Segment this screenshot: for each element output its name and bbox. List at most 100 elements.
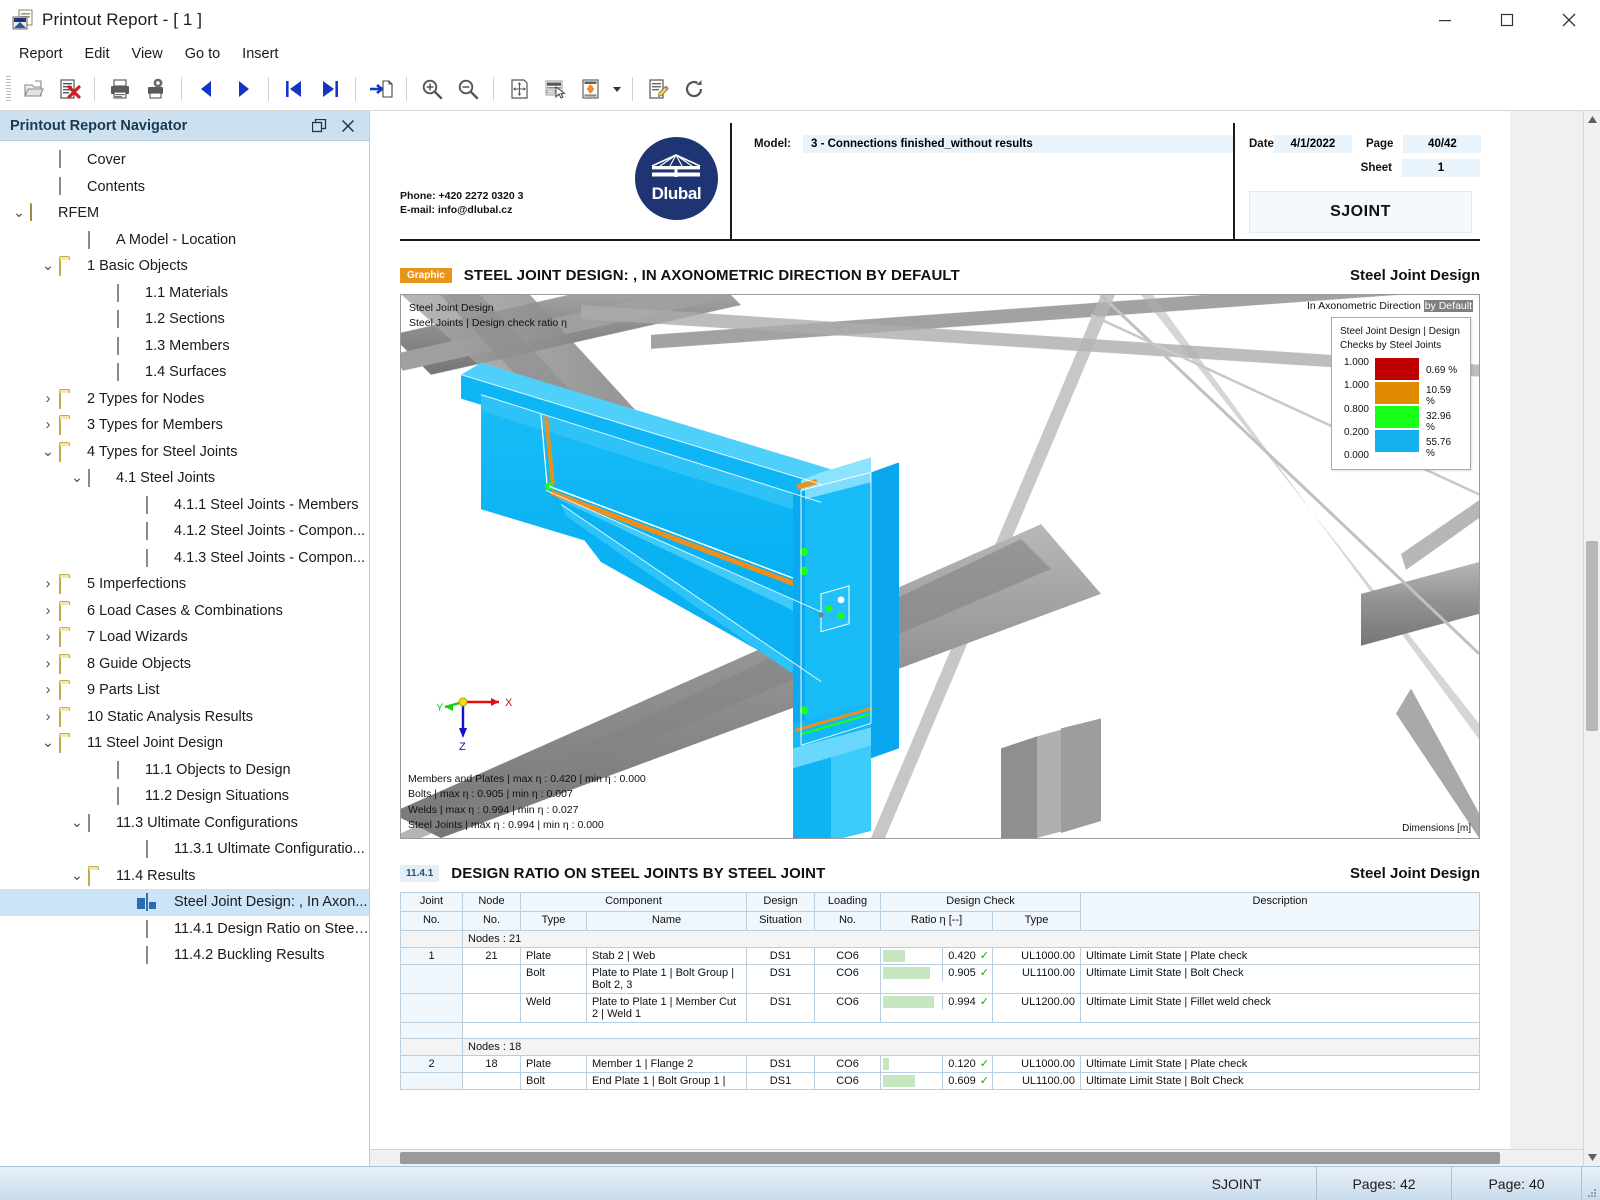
vscroll-thumb[interactable] xyxy=(1586,541,1598,731)
tree-item[interactable]: ›3 Types for Members xyxy=(0,412,369,439)
tree-item-label: 1.3 Members xyxy=(145,338,230,354)
tree-item[interactable]: Contents xyxy=(0,174,369,201)
minimize-button[interactable] xyxy=(1414,0,1476,40)
vertical-scrollbar[interactable] xyxy=(1583,111,1600,1166)
zoom-in-icon[interactable] xyxy=(415,72,449,106)
tree-item[interactable]: 4.1.3 Steel Joints - Compon... xyxy=(0,545,369,572)
tree-twisty-icon[interactable]: › xyxy=(37,576,59,592)
resize-grip[interactable] xyxy=(1582,1167,1600,1200)
tree-twisty-icon[interactable]: › xyxy=(37,417,59,433)
tree-item-label: 4.1.2 Steel Joints - Compon... xyxy=(174,523,365,539)
scroll-up-arrow[interactable] xyxy=(1584,111,1600,128)
tree-twisty-icon[interactable]: › xyxy=(37,709,59,725)
tree-item[interactable]: ⌄RFEM xyxy=(0,200,369,227)
tree-item[interactable]: ⌄1 Basic Objects xyxy=(0,253,369,280)
steel-joint-graphic[interactable]: Steel Joint Design Steel Joints | Design… xyxy=(400,294,1480,839)
cell-component-name: Member 1 | Flange 2 xyxy=(587,1055,747,1072)
table-row[interactable]: BoltPlate to Plate 1 | Bolt Group | Bolt… xyxy=(401,964,1480,993)
close-button[interactable] xyxy=(1538,0,1600,40)
tree-twisty-icon[interactable]: ⌄ xyxy=(37,258,59,274)
first-page-icon[interactable] xyxy=(277,72,311,106)
tree-item[interactable]: ⌄11.4 Results xyxy=(0,863,369,890)
tree-twisty-icon[interactable]: › xyxy=(37,629,59,645)
tree-item[interactable]: 11.2 Design Situations xyxy=(0,783,369,810)
tree-item-label: 2 Types for Nodes xyxy=(87,391,204,407)
tree-item[interactable]: 11.4.1 Design Ratio on Steel... xyxy=(0,916,369,943)
zoom-out-icon[interactable] xyxy=(451,72,485,106)
table-row[interactable]: WeldPlate to Plate 1 | Member Cut 2 | We… xyxy=(401,993,1480,1022)
table-row[interactable]: BoltEnd Plate 1 | Bolt Group 1 |DS1CO60.… xyxy=(401,1072,1480,1089)
tree-item[interactable]: ›9 Parts List xyxy=(0,677,369,704)
tree-twisty-icon[interactable]: ⌄ xyxy=(66,815,88,831)
tree-twisty-icon[interactable]: › xyxy=(37,682,59,698)
legend-scale-3: 0.200 xyxy=(1340,427,1369,438)
table-row[interactable]: 218PlateMember 1 | Flange 2DS1CO60.120✓U… xyxy=(401,1055,1480,1072)
tree-item[interactable]: ›10 Static Analysis Results xyxy=(0,704,369,731)
menu-view[interactable]: View xyxy=(121,43,174,65)
tree-item[interactable]: 1.4 Surfaces xyxy=(0,359,369,386)
tree-item[interactable]: ⌄11 Steel Joint Design xyxy=(0,730,369,757)
tree-item[interactable]: ›8 Guide Objects xyxy=(0,651,369,678)
close-icon[interactable] xyxy=(341,119,355,133)
tree-item[interactable]: ›7 Load Wizards xyxy=(0,624,369,651)
tree-item[interactable]: 4.1.1 Steel Joints - Members xyxy=(0,492,369,519)
menu-edit[interactable]: Edit xyxy=(74,43,121,65)
tree-twisty-icon[interactable]: ⌄ xyxy=(66,470,88,486)
tree-item[interactable]: 1.3 Members xyxy=(0,333,369,360)
menu-insert[interactable]: Insert xyxy=(231,43,289,65)
refresh-icon[interactable] xyxy=(677,72,711,106)
print-settings-icon[interactable] xyxy=(139,72,173,106)
tree-twisty-icon[interactable]: ⌄ xyxy=(37,735,59,751)
next-page-icon[interactable] xyxy=(226,72,260,106)
edit-report-icon[interactable] xyxy=(641,72,675,106)
tree-twisty-icon[interactable]: ⌄ xyxy=(37,444,59,460)
tree-item[interactable]: 1.1 Materials xyxy=(0,280,369,307)
tree-item[interactable]: A Model - Location xyxy=(0,227,369,254)
page-setup-dropdown-icon[interactable] xyxy=(609,72,625,106)
toolbar-grip[interactable] xyxy=(6,76,11,102)
tree-twisty-icon[interactable]: ⌄ xyxy=(66,868,88,884)
tree-item-icon xyxy=(146,893,167,911)
tree-item[interactable]: ›5 Imperfections xyxy=(0,571,369,598)
tree-twisty-icon[interactable]: › xyxy=(37,656,59,672)
tree-twisty-icon[interactable]: › xyxy=(37,391,59,407)
tree-twisty-icon[interactable]: › xyxy=(37,603,59,619)
tree-twisty-icon[interactable]: ⌄ xyxy=(8,205,30,221)
tree-item[interactable]: Steel Joint Design: , In Axon... xyxy=(0,889,369,916)
previous-page-icon[interactable] xyxy=(190,72,224,106)
cell-component-name: End Plate 1 | Bolt Group 1 | xyxy=(587,1072,747,1089)
horizontal-scrollbar[interactable] xyxy=(370,1149,1583,1166)
tree-item[interactable]: › 2 Types for Nodes xyxy=(0,386,369,413)
page-layout-icon[interactable] xyxy=(538,72,572,106)
last-page-icon[interactable] xyxy=(313,72,347,106)
tree-item[interactable]: 1.2 Sections xyxy=(0,306,369,333)
toolbar-separator xyxy=(355,77,356,101)
tree-item-icon xyxy=(59,416,80,434)
tree-item[interactable]: 11.3.1 Ultimate Configuratio... xyxy=(0,836,369,863)
tree-item[interactable]: ›6 Load Cases & Combinations xyxy=(0,598,369,625)
table-row[interactable]: 121PlateStab 2 | WebDS1CO60.420✓UL1000.0… xyxy=(401,947,1480,964)
hscroll-thumb[interactable] xyxy=(400,1152,1500,1164)
go-to-page-icon[interactable] xyxy=(364,72,398,106)
tree-item[interactable]: 4.1.2 Steel Joints - Compon... xyxy=(0,518,369,545)
fit-page-icon[interactable] xyxy=(502,72,536,106)
page-setup-icon[interactable] xyxy=(574,72,608,106)
maximize-button[interactable] xyxy=(1476,0,1538,40)
cell-loading-no: CO6 xyxy=(815,947,881,964)
menu-report[interactable]: Report xyxy=(8,43,74,65)
navigator-tree[interactable]: CoverContents⌄RFEMA Model - Location⌄1 B… xyxy=(0,141,369,1166)
print-icon[interactable] xyxy=(103,72,137,106)
menu-go-to[interactable]: Go to xyxy=(174,43,231,65)
tree-item[interactable]: Cover xyxy=(0,147,369,174)
open-report-icon[interactable] xyxy=(16,72,50,106)
scroll-down-arrow[interactable] xyxy=(1584,1149,1600,1166)
model-value[interactable]: 3 - Connections finished_without results xyxy=(803,135,1233,153)
tree-item[interactable]: ⌄4 Types for Steel Joints xyxy=(0,439,369,466)
tree-item[interactable]: 11.1 Objects to Design xyxy=(0,757,369,784)
undock-icon[interactable] xyxy=(312,119,327,133)
delete-report-icon[interactable] xyxy=(52,72,86,106)
tree-item[interactable]: ⌄11.3 Ultimate Configurations xyxy=(0,810,369,837)
tree-item[interactable]: 11.4.2 Buckling Results xyxy=(0,942,369,969)
tree-item[interactable]: ⌄4.1 Steel Joints xyxy=(0,465,369,492)
document-scroll-region: Phone: +420 2272 0320 3 E-mail: info@dlu… xyxy=(370,111,1583,1149)
